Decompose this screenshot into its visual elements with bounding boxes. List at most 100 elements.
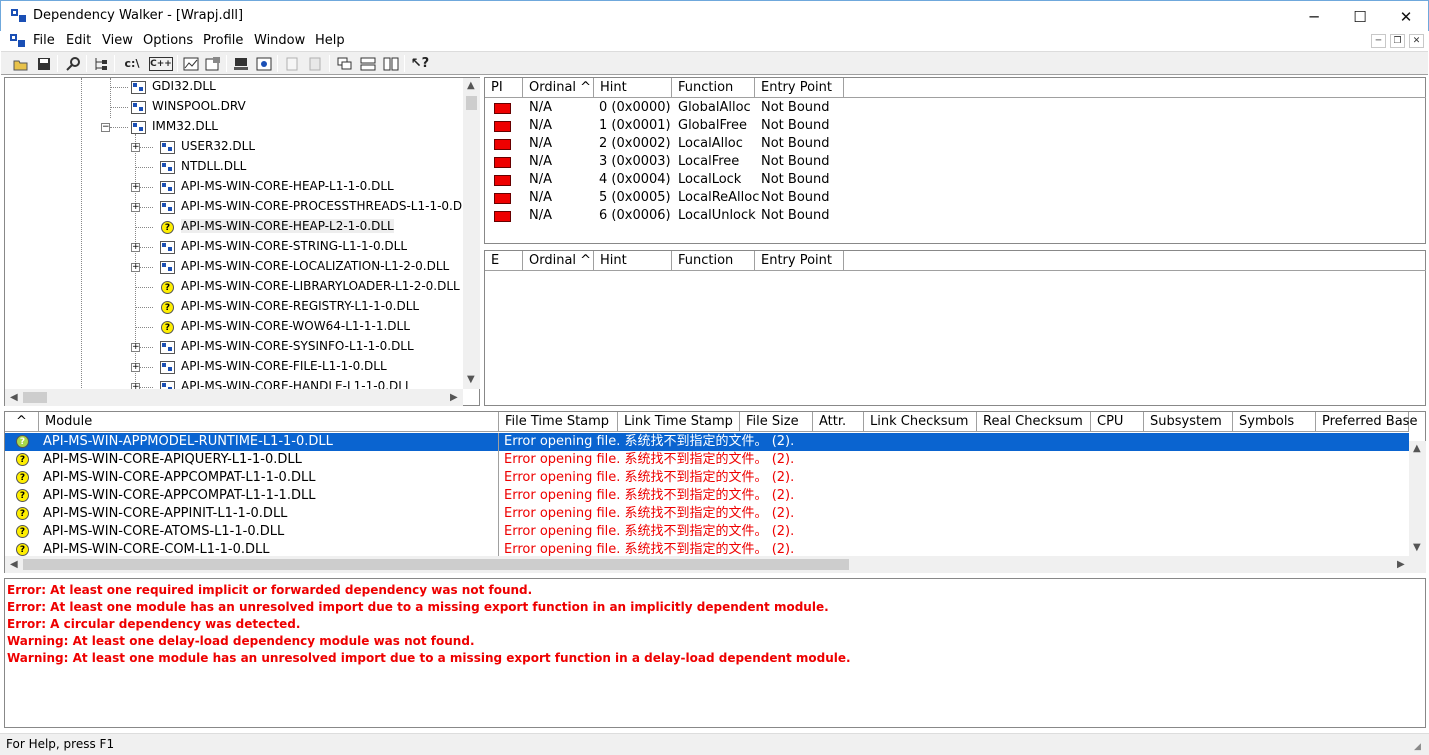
module-error-cell[interactable]: Error opening file. 系统找不到指定的文件。 (2). [504, 433, 794, 451]
menu-options[interactable]: Options [143, 33, 193, 48]
import-hint-cell[interactable]: 5 (0x0005) [599, 189, 671, 207]
menu-view[interactable]: View [102, 33, 133, 48]
modules-col-subsystem[interactable]: Subsystem [1144, 412, 1233, 432]
module-name-cell[interactable]: API-MS-WIN-CORE-ATOMS-L1-1-0.DLL [43, 523, 284, 541]
tree-item[interactable]: USER32.DLL [181, 139, 255, 153]
open-icon[interactable] [11, 54, 31, 73]
modules-col-link-checksum[interactable]: Link Checksum [864, 412, 977, 432]
tile-horizontal-icon[interactable] [358, 54, 378, 73]
mdi-minimize-icon[interactable]: ─ [1371, 34, 1386, 48]
modules-vscrollbar[interactable]: ▲ ▼ [1409, 441, 1426, 556]
import-function-cell[interactable]: LocalAlloc [678, 135, 743, 153]
imports-col-ordinal[interactable]: Ordinal ^ [523, 78, 594, 98]
modules-col-module[interactable]: Module [39, 412, 499, 432]
import-hint-cell[interactable]: 3 (0x0003) [599, 153, 671, 171]
collapse-icon[interactable]: − [101, 123, 110, 132]
scroll-down-icon[interactable]: ▼ [467, 374, 475, 385]
mdi-restore-icon[interactable]: ❐ [1390, 34, 1405, 48]
module-name-cell[interactable]: API-MS-WIN-CORE-APIQUERY-L1-1-0.DLL [43, 451, 302, 469]
close-button[interactable]: ✕ [1383, 1, 1429, 32]
menu-file[interactable]: File [33, 33, 55, 48]
import-hint-cell[interactable]: 4 (0x0004) [599, 171, 671, 189]
tree-item[interactable]: API-MS-WIN-CORE-HEAP-L2-1-0.DLL [181, 219, 394, 233]
modules-col-symbols[interactable]: Symbols [1233, 412, 1316, 432]
system-info-icon[interactable] [231, 54, 251, 73]
exports-col-hint[interactable]: Hint [594, 251, 672, 271]
expand-icon[interactable]: + [131, 263, 140, 272]
modules-col-image[interactable]: ^ [5, 412, 39, 432]
cascade-icon[interactable] [335, 54, 355, 73]
table-row[interactable]: ? API-MS-WIN-CORE-APPCOMPAT-L1-1-0.DLL Err… [5, 469, 1409, 487]
table-row[interactable]: ? API-MS-WIN-CORE-ATOMS-L1-1-0.DLL Error o… [5, 523, 1409, 541]
module-name-cell[interactable]: API-MS-WIN-CORE-APPINIT-L1-1-0.DLL [43, 505, 287, 523]
module-list[interactable]: ^ Module File Time Stamp Link Time Stamp… [4, 411, 1426, 573]
exports-col-function[interactable]: Function [672, 251, 755, 271]
module-tree[interactable]: GDI32.DLL WINSPOOL.DRV − IMM32.DLL + USER32.D… [4, 77, 480, 406]
import-hint-cell[interactable]: 2 (0x0002) [599, 135, 671, 153]
modules-hscroll-thumb[interactable] [23, 559, 849, 570]
import-ordinal-cell[interactable]: N/A [529, 99, 552, 117]
import-ordinal-cell[interactable]: N/A [529, 189, 552, 207]
view-module-icon[interactable] [254, 54, 274, 73]
menu-profile[interactable]: Profile [203, 33, 243, 48]
tree-item[interactable]: API-MS-WIN-CORE-REGISTRY-L1-1-0.DLL [181, 299, 419, 313]
imports-col-pi[interactable]: PI [485, 78, 523, 98]
import-function-cell[interactable]: LocalReAlloc [678, 189, 759, 207]
tree-item[interactable]: API-MS-WIN-CORE-STRING-L1-1-0.DLL [181, 239, 407, 253]
tree-item[interactable]: WINSPOOL.DRV [152, 99, 246, 113]
profile-icon[interactable] [181, 54, 201, 73]
scroll-up-icon[interactable]: ▲ [1413, 443, 1421, 454]
scroll-up-icon[interactable]: ▲ [467, 80, 475, 91]
tree-item[interactable]: NTDLL.DLL [181, 159, 246, 173]
import-ordinal-cell[interactable]: N/A [529, 117, 552, 135]
module-error-cell[interactable]: Error opening file. 系统找不到指定的文件。 (2). [504, 469, 794, 487]
import-function-cell[interactable]: GlobalAlloc [678, 99, 751, 117]
imports-col-hint[interactable]: Hint [594, 78, 672, 98]
save-icon[interactable] [34, 54, 54, 73]
menu-help[interactable]: Help [315, 33, 345, 48]
modules-col-attr[interactable]: Attr. [813, 412, 864, 432]
expand-icon[interactable]: + [131, 203, 140, 212]
import-entry-cell[interactable]: Not Bound [761, 117, 830, 135]
import-entry-cell[interactable]: Not Bound [761, 99, 830, 117]
mdi-child-icon[interactable] [10, 34, 26, 48]
expand-icon[interactable]: + [131, 363, 140, 372]
tree-vscroll-thumb[interactable] [466, 96, 477, 110]
scroll-right-icon[interactable]: ▶ [1397, 559, 1405, 570]
import-entry-cell[interactable]: Not Bound [761, 207, 830, 225]
table-row[interactable]: ? API-MS-WIN-CORE-APIQUERY-L1-1-0.DLL Erro… [5, 451, 1409, 469]
expand-icon[interactable]: + [131, 183, 140, 192]
expand-icon[interactable]: + [131, 143, 140, 152]
import-ordinal-cell[interactable]: N/A [529, 207, 552, 225]
table-row[interactable]: ? API-MS-WIN-APPMODEL-RUNTIME-L1-1-0.DLL E… [5, 433, 1409, 451]
imports-list[interactable]: PI Ordinal ^ Hint Function Entry Point N… [484, 77, 1426, 244]
import-entry-cell[interactable]: Not Bound [761, 189, 830, 207]
import-ordinal-cell[interactable]: N/A [529, 135, 552, 153]
tree-item[interactable]: API-MS-WIN-CORE-LIBRARYLOADER-L1-2-0.DLL [181, 279, 460, 293]
find-icon[interactable] [63, 54, 83, 73]
import-function-cell[interactable]: LocalFree [678, 153, 739, 171]
scroll-down-icon[interactable]: ▼ [1413, 542, 1421, 553]
tree-item[interactable]: API-MS-WIN-CORE-PROCESSTHREADS-L1-1-0.D [181, 199, 462, 213]
maximize-button[interactable]: ☐ [1337, 1, 1383, 32]
tree-icon[interactable] [91, 54, 111, 73]
expand-icon[interactable]: + [131, 343, 140, 352]
import-function-cell[interactable]: LocalUnlock [678, 207, 756, 225]
tree-hscrollbar[interactable]: ◀ ▶ [5, 389, 463, 406]
modules-hscrollbar[interactable]: ◀ ▶ [5, 556, 1426, 573]
modules-col-file-time-stamp[interactable]: File Time Stamp [499, 412, 618, 432]
import-hint-cell[interactable]: 0 (0x0000) [599, 99, 671, 117]
mdi-close-icon[interactable]: ✕ [1409, 34, 1424, 48]
properties-icon[interactable] [203, 54, 223, 73]
module-error-cell[interactable]: Error opening file. 系统找不到指定的文件。 (2). [504, 451, 794, 469]
import-ordinal-cell[interactable]: N/A [529, 171, 552, 189]
module-error-cell[interactable]: Error opening file. 系统找不到指定的文件。 (2). [504, 505, 794, 523]
import-entry-cell[interactable]: Not Bound [761, 135, 830, 153]
tile-vertical-icon[interactable] [381, 54, 401, 73]
tree-item[interactable]: GDI32.DLL [152, 79, 216, 93]
module-name-cell[interactable]: API-MS-WIN-CORE-APPCOMPAT-L1-1-0.DLL [43, 469, 315, 487]
import-hint-cell[interactable]: 1 (0x0001) [599, 117, 671, 135]
modules-col-cpu[interactable]: CPU [1091, 412, 1144, 432]
menu-edit[interactable]: Edit [66, 33, 91, 48]
tree-item[interactable]: API-MS-WIN-CORE-HEAP-L1-1-0.DLL [181, 179, 394, 193]
